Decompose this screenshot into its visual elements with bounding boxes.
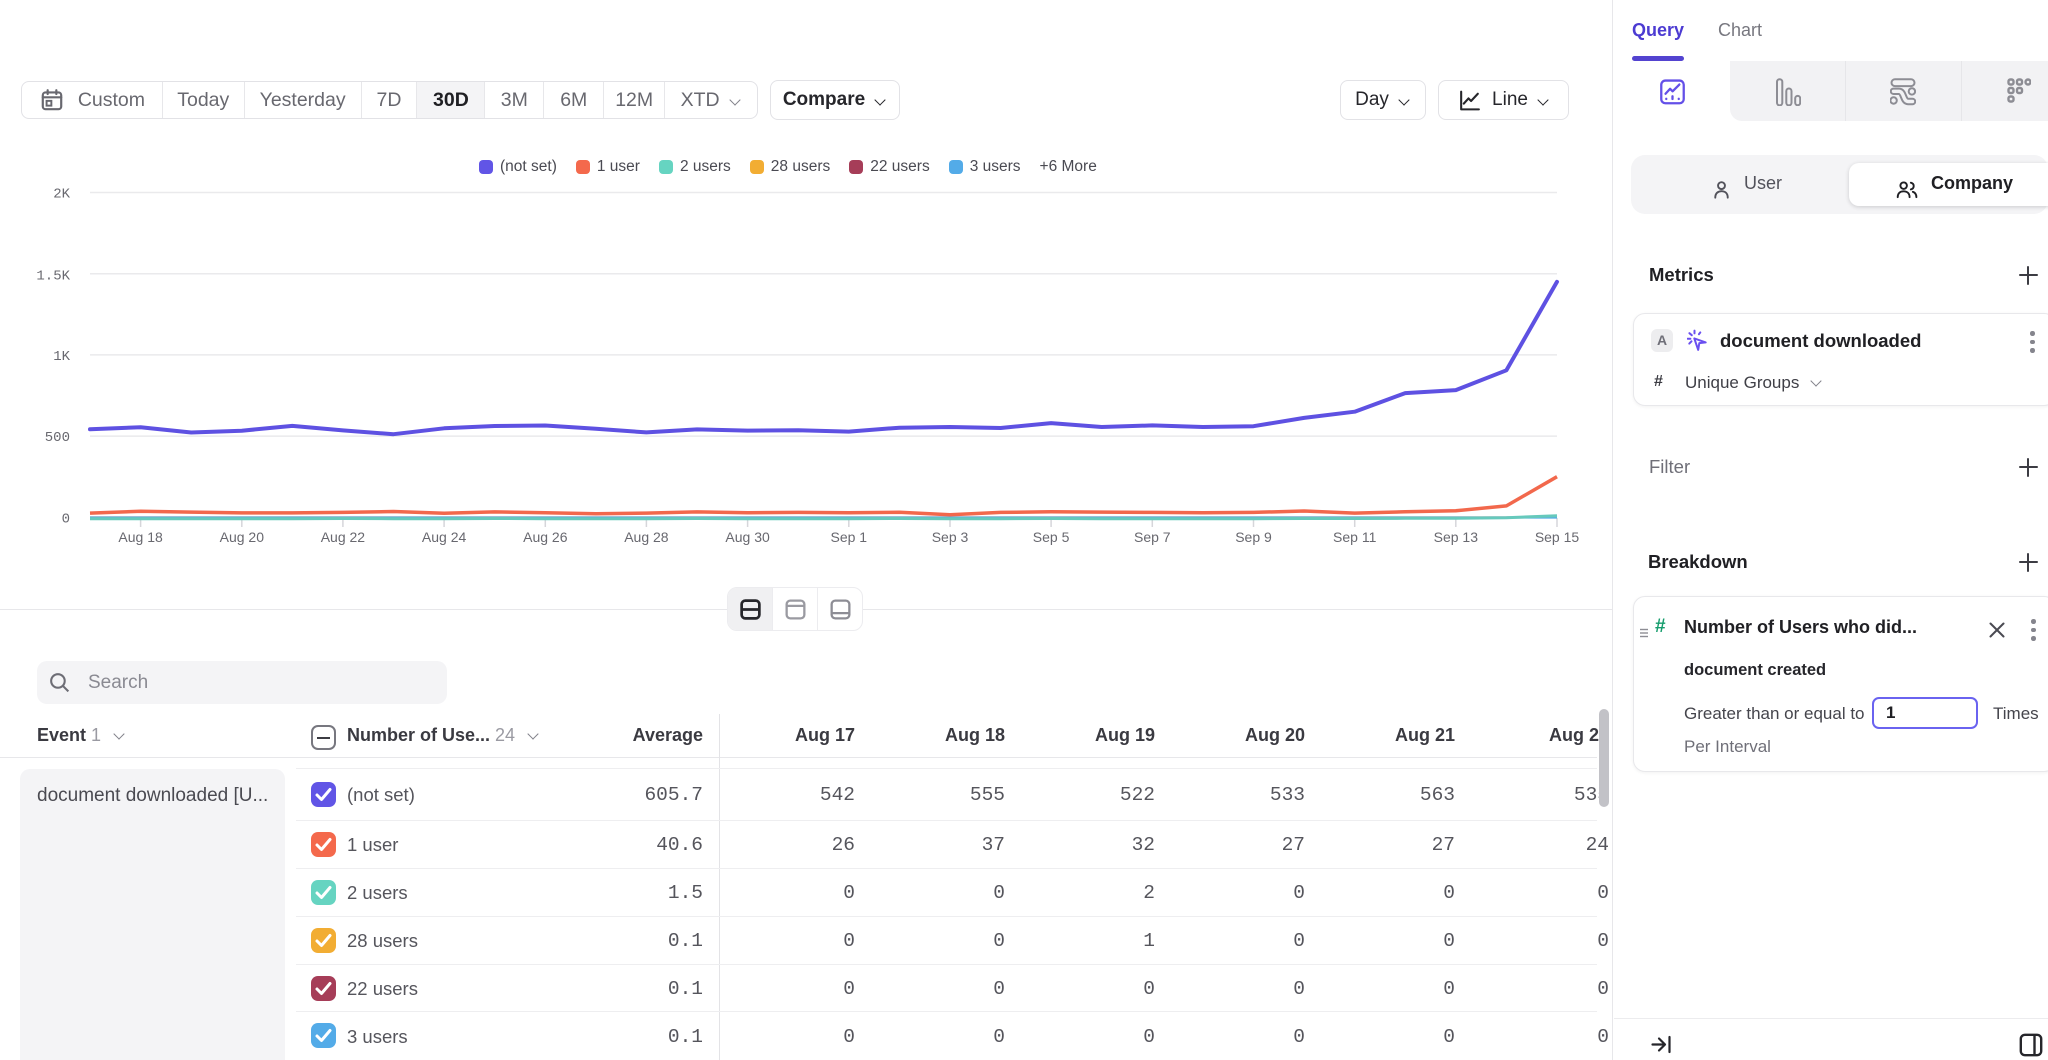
- svg-text:0: 0: [62, 511, 70, 527]
- svg-text:Aug 22: Aug 22: [321, 529, 366, 545]
- svg-text:Aug 26: Aug 26: [523, 529, 568, 545]
- svg-text:500: 500: [45, 430, 70, 446]
- svg-text:Sep 3: Sep 3: [932, 529, 969, 545]
- svg-text:2K: 2K: [53, 187, 70, 203]
- svg-text:Aug 30: Aug 30: [725, 529, 770, 545]
- svg-text:Aug 24: Aug 24: [422, 529, 467, 545]
- svg-text:Aug 18: Aug 18: [118, 529, 163, 545]
- svg-text:Sep 9: Sep 9: [1235, 529, 1272, 545]
- svg-text:Aug 28: Aug 28: [624, 529, 669, 545]
- svg-text:Sep 13: Sep 13: [1434, 529, 1479, 545]
- svg-text:1K: 1K: [53, 349, 70, 365]
- svg-text:Aug 20: Aug 20: [220, 529, 265, 545]
- svg-text:Sep 15: Sep 15: [1535, 529, 1580, 545]
- svg-text:Sep 7: Sep 7: [1134, 529, 1171, 545]
- svg-text:Sep 1: Sep 1: [831, 529, 868, 545]
- svg-text:Sep 5: Sep 5: [1033, 529, 1070, 545]
- svg-text:1.5K: 1.5K: [36, 269, 70, 285]
- svg-text:Sep 11: Sep 11: [1333, 529, 1377, 545]
